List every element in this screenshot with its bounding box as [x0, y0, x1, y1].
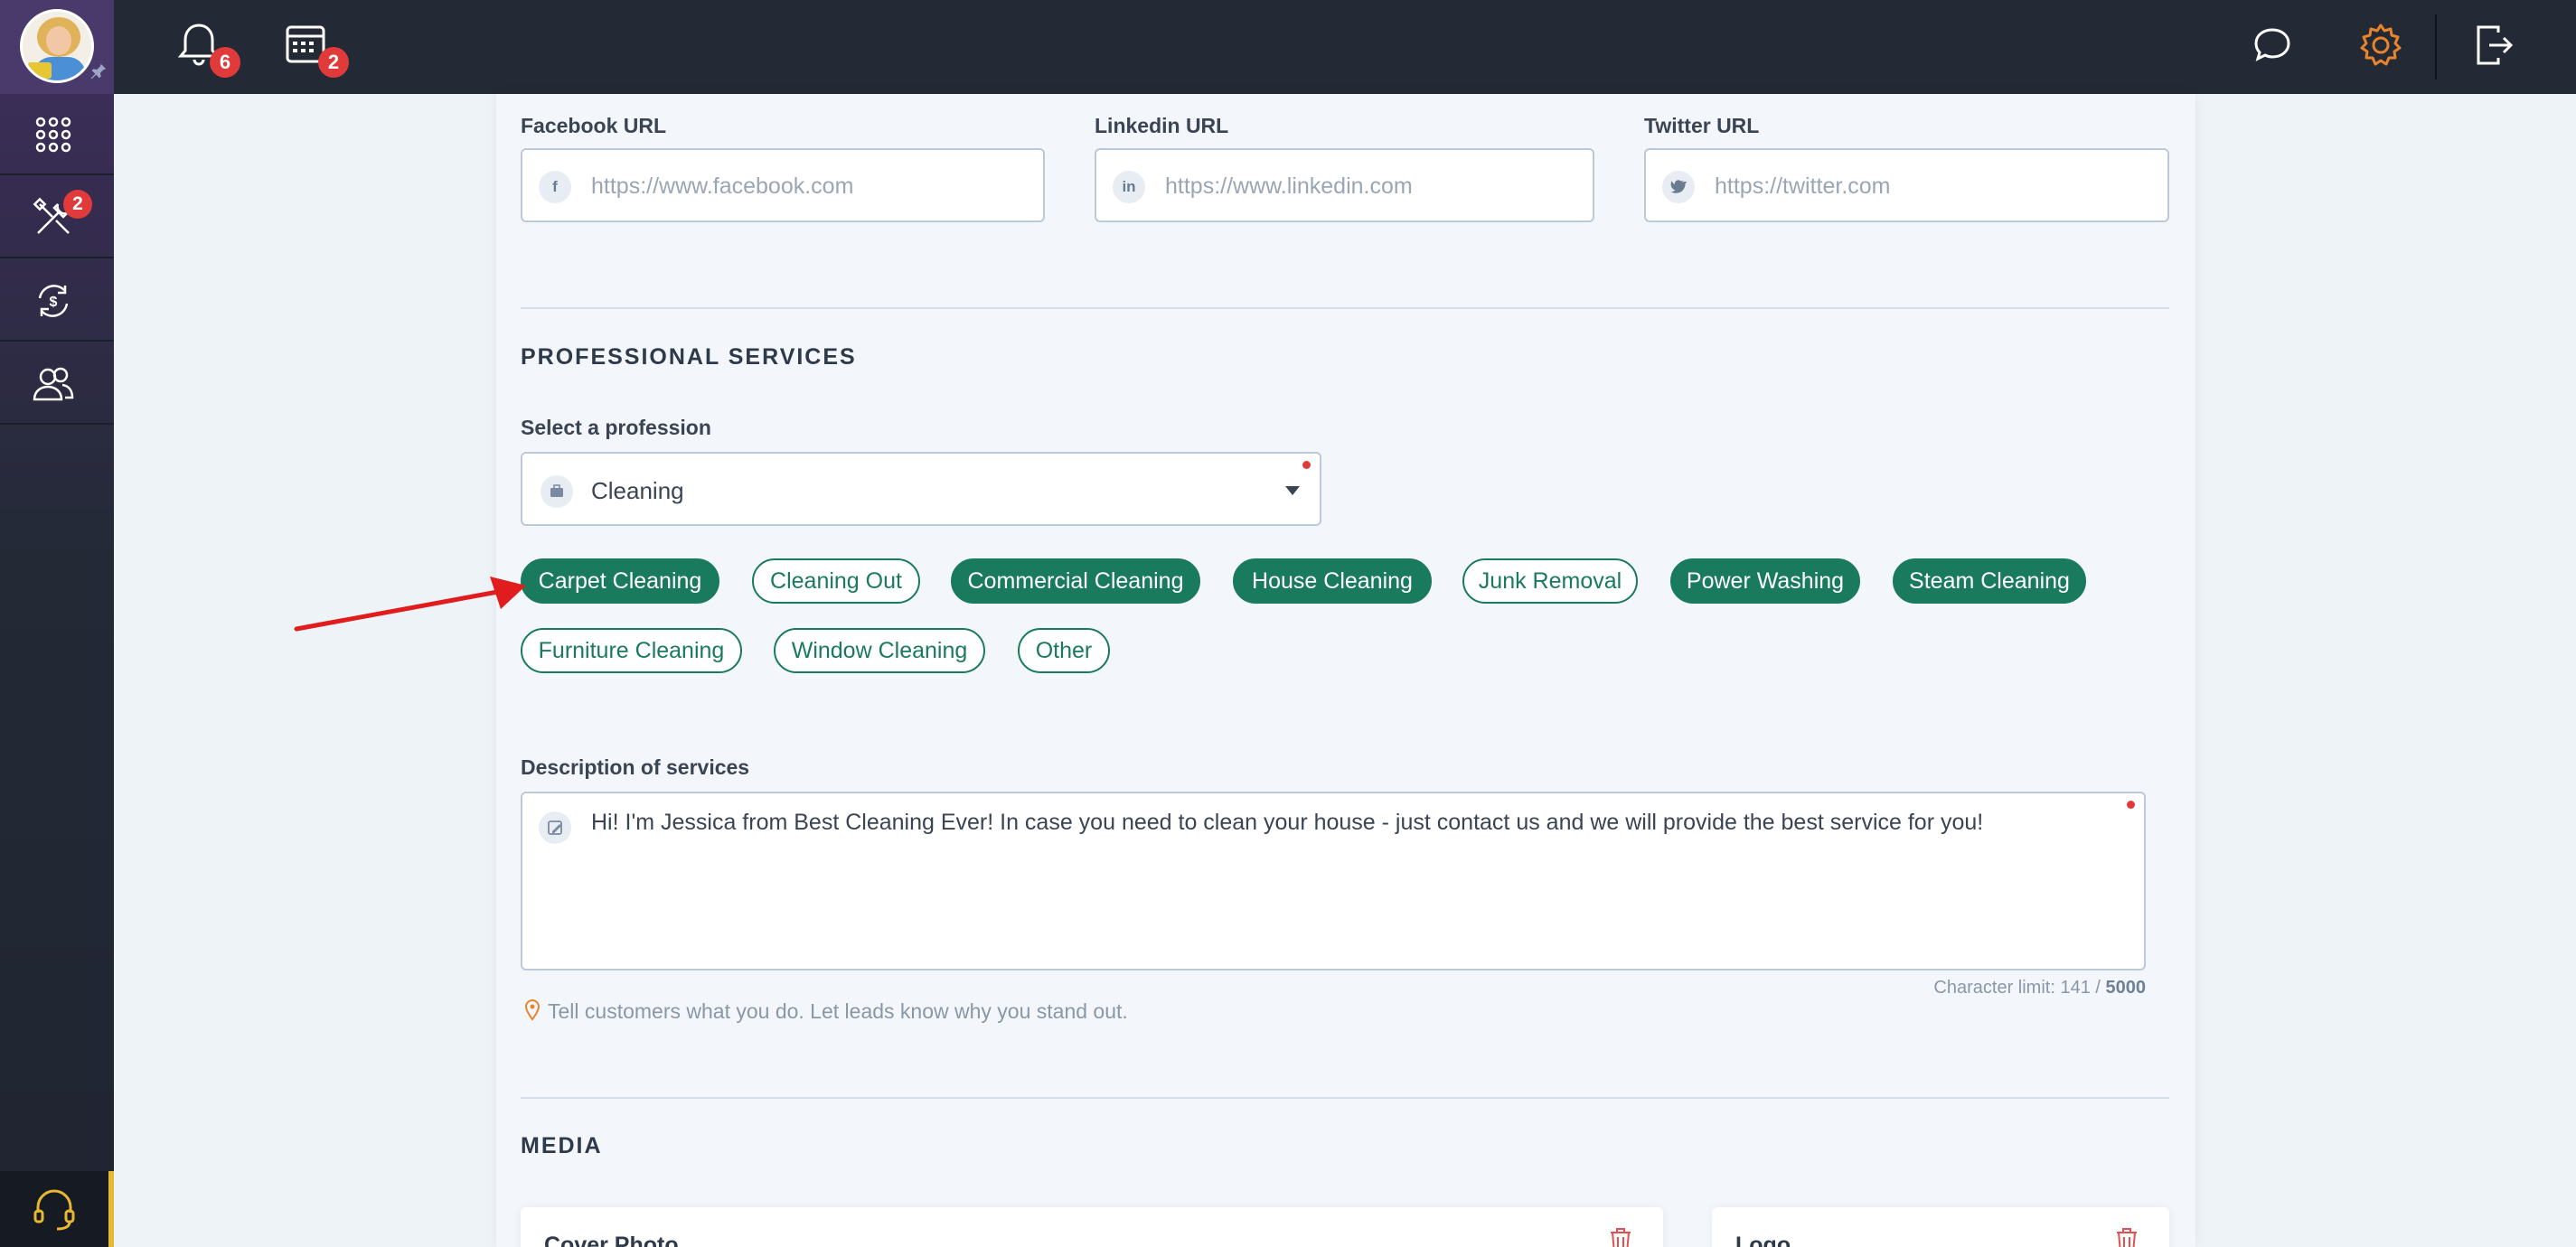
- headset-icon: [33, 1189, 75, 1231]
- svg-text:$: $: [50, 295, 58, 310]
- chat-button[interactable]: [2247, 20, 2298, 70]
- profession-select[interactable]: Cleaning: [521, 452, 1321, 526]
- section-divider: [521, 1097, 2169, 1099]
- sidebar-item-payments[interactable]: $: [0, 260, 114, 342]
- chip-house-cleaning[interactable]: House Cleaning: [1233, 558, 1432, 604]
- character-limit: Character limit: 141 / 5000: [1933, 978, 2146, 998]
- topbar-divider: [2435, 14, 2437, 80]
- cover-photo-label: Cover Photo: [544, 1233, 679, 1247]
- sidebar-item-team[interactable]: [0, 343, 114, 425]
- logo-card: Logo: [1712, 1207, 2169, 1247]
- required-indicator: [2127, 801, 2135, 809]
- tools-badge: 2: [63, 190, 92, 219]
- section-divider: [521, 307, 2169, 309]
- annotation-arrow: [294, 577, 526, 632]
- chip-cleaning-out[interactable]: Cleaning Out: [752, 558, 920, 604]
- linkedin-url-placeholder: https://www.linkedin.com: [1165, 173, 1413, 199]
- trash-icon[interactable]: [2115, 1227, 2139, 1247]
- required-indicator: [1302, 461, 1311, 469]
- chip-other[interactable]: Other: [1018, 628, 1110, 673]
- chip-junk-removal[interactable]: Junk Removal: [1462, 558, 1638, 604]
- professional-services-title: PROFESSIONAL SERVICES: [521, 344, 857, 370]
- twitter-url-label: Twitter URL: [1644, 114, 1760, 137]
- description-text: Hi! I'm Jessica from Best Cleaning Ever!…: [591, 810, 1984, 835]
- trash-icon[interactable]: [1609, 1227, 1632, 1247]
- twitter-url-input[interactable]: https://twitter.com: [1644, 148, 2169, 222]
- profession-select-label: Select a profession: [521, 416, 711, 439]
- chat-icon: [2254, 28, 2290, 61]
- apps-grid-icon: [35, 117, 71, 153]
- notifications-badge: 6: [210, 47, 240, 78]
- linkedin-url-input[interactable]: in https://www.linkedin.com: [1095, 148, 1594, 222]
- facebook-url-placeholder: https://www.facebook.com: [591, 173, 854, 199]
- linkedin-icon: in: [1113, 171, 1145, 203]
- logout-button[interactable]: [2468, 20, 2518, 70]
- gear-icon: [2360, 23, 2402, 66]
- twitter-url-placeholder: https://twitter.com: [1715, 173, 1891, 199]
- calendar-button[interactable]: 2: [282, 20, 349, 78]
- sidebar: 2 $: [0, 94, 114, 1247]
- pin-icon[interactable]: [89, 61, 108, 81]
- profile-form-card: [496, 94, 2195, 1247]
- facebook-icon: f: [539, 171, 571, 203]
- cover-photo-card: Cover Photo: [521, 1207, 1663, 1247]
- chip-commercial-cleaning[interactable]: Commercial Cleaning: [951, 558, 1200, 604]
- chip-carpet-cleaning[interactable]: Carpet Cleaning: [521, 558, 719, 604]
- calendar-badge: 2: [318, 47, 349, 78]
- description-hint-text: Tell customers what you do. Let leads kn…: [548, 999, 1128, 1023]
- description-label: Description of services: [521, 755, 750, 779]
- facebook-url-input[interactable]: f https://www.facebook.com: [521, 148, 1045, 222]
- settings-button[interactable]: [2355, 20, 2406, 70]
- avatar[interactable]: [20, 9, 94, 83]
- logo-label: Logo: [1735, 1233, 1791, 1247]
- edit-icon: [539, 811, 571, 844]
- media-title: MEDIA: [521, 1133, 603, 1158]
- support-button[interactable]: [0, 1171, 114, 1247]
- dollar-cycle-icon: $: [38, 285, 69, 317]
- chip-steam-cleaning[interactable]: Steam Cleaning: [1893, 558, 2086, 604]
- sidebar-item-apps[interactable]: [0, 94, 114, 175]
- briefcase-icon: [541, 475, 573, 508]
- chip-power-washing[interactable]: Power Washing: [1670, 558, 1860, 604]
- location-pin-icon: [524, 999, 541, 1021]
- profile-area[interactable]: [0, 0, 114, 94]
- top-bar: 6 2: [0, 0, 2576, 94]
- chip-window-cleaning[interactable]: Window Cleaning: [774, 628, 985, 673]
- facebook-url-label: Facebook URL: [521, 114, 667, 137]
- linkedin-url-label: Linkedin URL: [1095, 114, 1229, 137]
- description-textarea[interactable]: Hi! I'm Jessica from Best Cleaning Ever!…: [521, 792, 2146, 970]
- logout-icon: [2477, 25, 2514, 65]
- notifications-button[interactable]: 6: [174, 20, 240, 78]
- twitter-icon: [1662, 171, 1695, 203]
- profession-selected-value: Cleaning: [591, 477, 684, 504]
- chip-furniture-cleaning[interactable]: Furniture Cleaning: [521, 628, 742, 673]
- users-icon: [33, 367, 74, 401]
- sidebar-item-tools[interactable]: 2: [0, 177, 114, 258]
- chevron-down-icon[interactable]: [1285, 486, 1300, 495]
